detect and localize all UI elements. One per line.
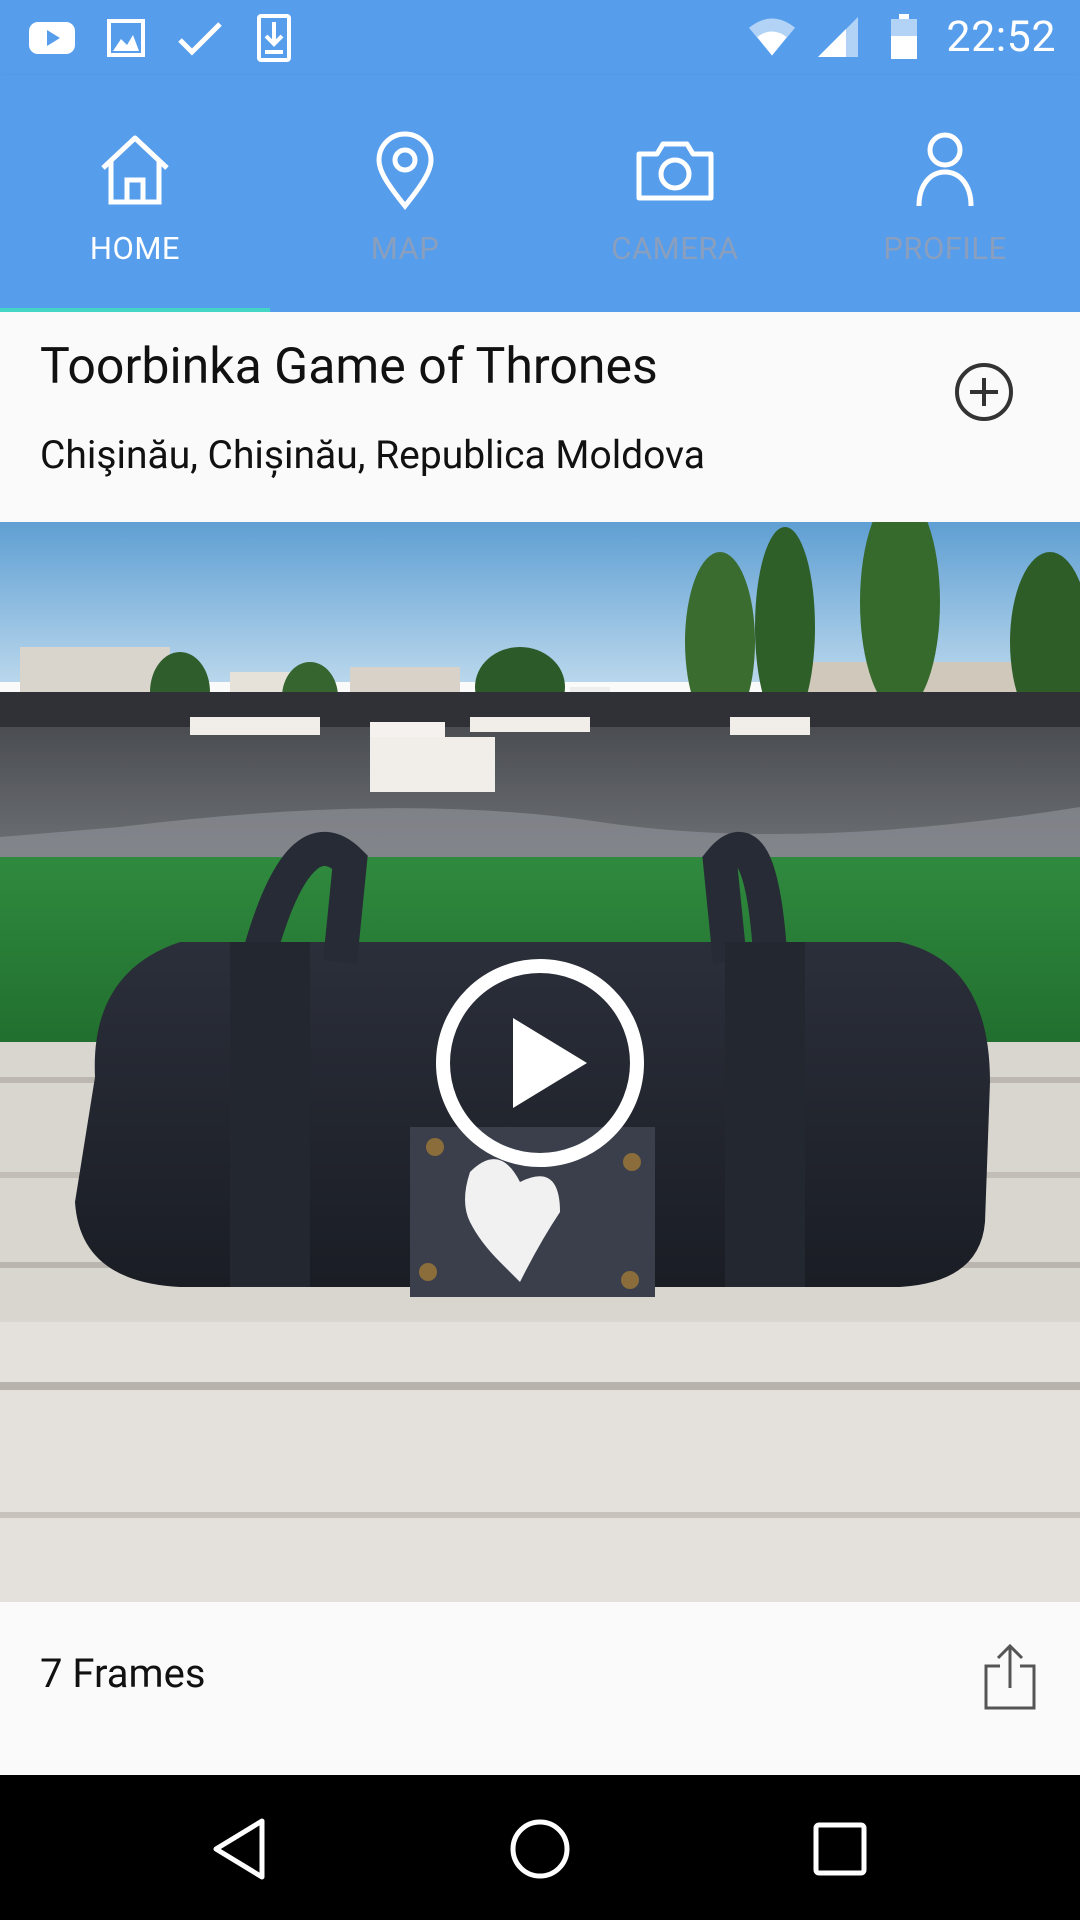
tab-home-label: HOME xyxy=(89,230,181,267)
share-button[interactable] xyxy=(980,1642,1040,1712)
post-location: Chişinău, Chișinău, Republica Moldova xyxy=(40,432,705,478)
check-icon xyxy=(176,14,224,62)
tab-bar: HOME MAP CAMERA PROFILE xyxy=(0,75,1080,312)
add-button[interactable] xyxy=(954,362,1014,422)
share-icon xyxy=(984,1643,1036,1710)
back-icon[interactable] xyxy=(200,1809,280,1889)
system-nav-bar xyxy=(0,1775,1080,1920)
post-footer: 7 Frames xyxy=(0,1602,1080,1775)
tab-camera-label: CAMERA xyxy=(611,230,739,267)
video-thumbnail[interactable] xyxy=(0,522,1080,1602)
play-icon[interactable] xyxy=(435,958,645,1168)
image-icon xyxy=(102,14,150,62)
tab-profile-label: PROFILE xyxy=(883,230,1007,267)
tab-home[interactable]: HOME xyxy=(0,75,270,312)
post-header: Toorbinka Game of Thrones Chişinău, Chiș… xyxy=(0,312,1080,522)
profile-icon xyxy=(905,130,985,210)
youtube-icon xyxy=(28,14,76,62)
frames-count: 7 Frames xyxy=(40,1650,206,1697)
map-pin-icon xyxy=(365,130,445,210)
tab-camera[interactable]: CAMERA xyxy=(540,75,810,312)
camera-icon xyxy=(635,130,715,210)
home-icon xyxy=(95,130,175,210)
tab-map[interactable]: MAP xyxy=(270,75,540,312)
battery-icon xyxy=(880,13,928,61)
signal-icon xyxy=(814,13,862,61)
tab-profile[interactable]: PROFILE xyxy=(810,75,1080,312)
recents-icon[interactable] xyxy=(800,1809,880,1889)
wifi-icon xyxy=(748,13,796,61)
status-bar: 22:52 xyxy=(0,0,1080,75)
tab-map-label: MAP xyxy=(370,230,440,267)
add-circle-icon xyxy=(955,363,1013,421)
download-icon xyxy=(250,14,298,62)
home-circle-icon[interactable] xyxy=(500,1809,580,1889)
status-time: 22:52 xyxy=(946,12,1056,62)
post-title: Toorbinka Game of Thrones xyxy=(40,338,658,396)
